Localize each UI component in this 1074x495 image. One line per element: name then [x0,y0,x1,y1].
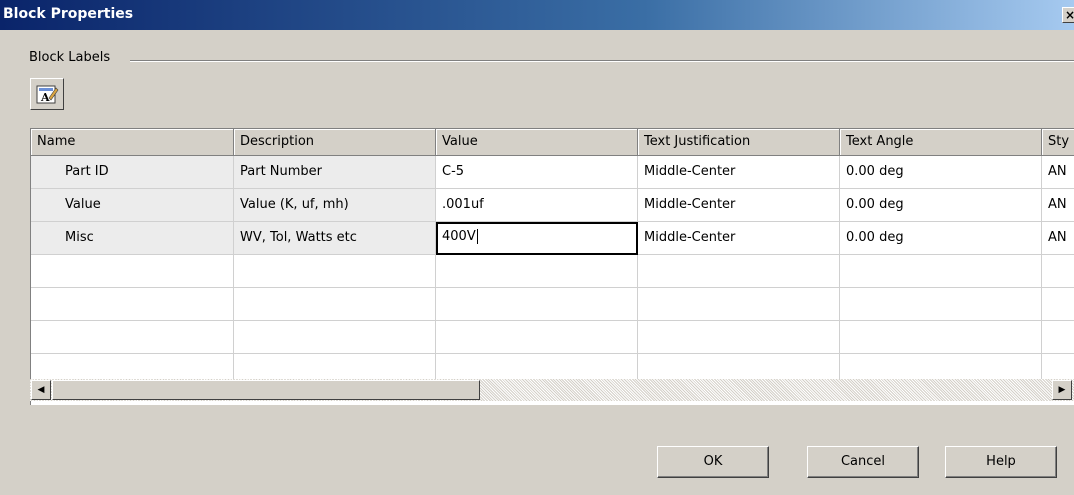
empty-cell [31,255,234,288]
empty-cell [840,288,1042,321]
close-button[interactable]: × [1062,7,1074,23]
empty-cell [436,321,638,354]
angle-cell[interactable]: 0.00 deg [840,222,1042,255]
empty-cell [1042,321,1074,354]
column-header-style[interactable]: Sty [1042,129,1074,156]
group-label: Block Labels [29,50,111,65]
scroll-right-button[interactable]: ▶ [1052,380,1072,400]
window-title: Block Properties [3,6,134,22]
scroll-left-button[interactable]: ◀ [31,380,51,400]
name-cell: Part ID [31,156,234,189]
label-text-button[interactable]: A [30,78,64,110]
labels-grid[interactable]: Name Description Value Text Justificatio… [30,128,1074,405]
help-button[interactable]: Help [945,446,1057,478]
group-divider [130,60,1074,62]
label-text-icon: A [36,85,59,104]
justification-cell[interactable]: Middle-Center [638,189,840,222]
empty-cell [638,321,840,354]
empty-cell [234,288,436,321]
column-header-value[interactable]: Value [436,129,638,156]
empty-cell [1042,255,1074,288]
text-caret [476,229,478,244]
column-header-description[interactable]: Description [234,129,436,156]
description-cell: Part Number [234,156,436,189]
svg-text:A: A [40,91,50,104]
empty-row[interactable] [31,288,1074,321]
empty-row[interactable] [31,321,1074,354]
angle-cell[interactable]: 0.00 deg [840,189,1042,222]
empty-cell [1042,288,1074,321]
angle-cell[interactable]: 0.00 deg [840,156,1042,189]
horizontal-scrollbar[interactable]: ◀ ▶ [30,379,1074,401]
empty-cell [436,288,638,321]
table-row[interactable]: Value Value (K, uf, mh) .001uf Middle-Ce… [31,189,1074,222]
style-cell[interactable]: AN [1042,222,1074,255]
empty-cell [234,321,436,354]
table-row[interactable]: Misc WV, Tol, Watts etc 400V Middle-Cent… [31,222,1074,255]
grid-header: Name Description Value Text Justificatio… [31,129,1074,156]
empty-row[interactable] [31,255,1074,288]
empty-cell [638,255,840,288]
scroll-thumb[interactable] [52,380,480,400]
empty-cell [234,255,436,288]
name-cell: Value [31,189,234,222]
table-row[interactable]: Part ID Part Number C-5 Middle-Center 0.… [31,156,1074,189]
empty-cell [638,288,840,321]
style-cell[interactable]: AN [1042,189,1074,222]
column-header-name[interactable]: Name [31,129,234,156]
column-header-text-justification[interactable]: Text Justification [638,129,840,156]
cancel-button[interactable]: Cancel [807,446,919,478]
empty-cell [840,321,1042,354]
value-cell[interactable]: .001uf [436,189,638,222]
justification-cell[interactable]: Middle-Center [638,156,840,189]
empty-cell [31,321,234,354]
empty-cell [840,255,1042,288]
empty-cell [436,255,638,288]
ok-button[interactable]: OK [657,446,769,478]
value-input-text[interactable]: 400V [442,229,476,244]
value-cell-editing[interactable]: 400V [436,222,638,255]
justification-cell[interactable]: Middle-Center [638,222,840,255]
value-cell[interactable]: C-5 [436,156,638,189]
column-header-text-angle[interactable]: Text Angle [840,129,1042,156]
name-cell: Misc [31,222,234,255]
style-cell[interactable]: AN [1042,156,1074,189]
empty-cell [31,288,234,321]
description-cell: WV, Tol, Watts etc [234,222,436,255]
description-cell: Value (K, uf, mh) [234,189,436,222]
title-bar[interactable]: Block Properties × [0,0,1074,30]
